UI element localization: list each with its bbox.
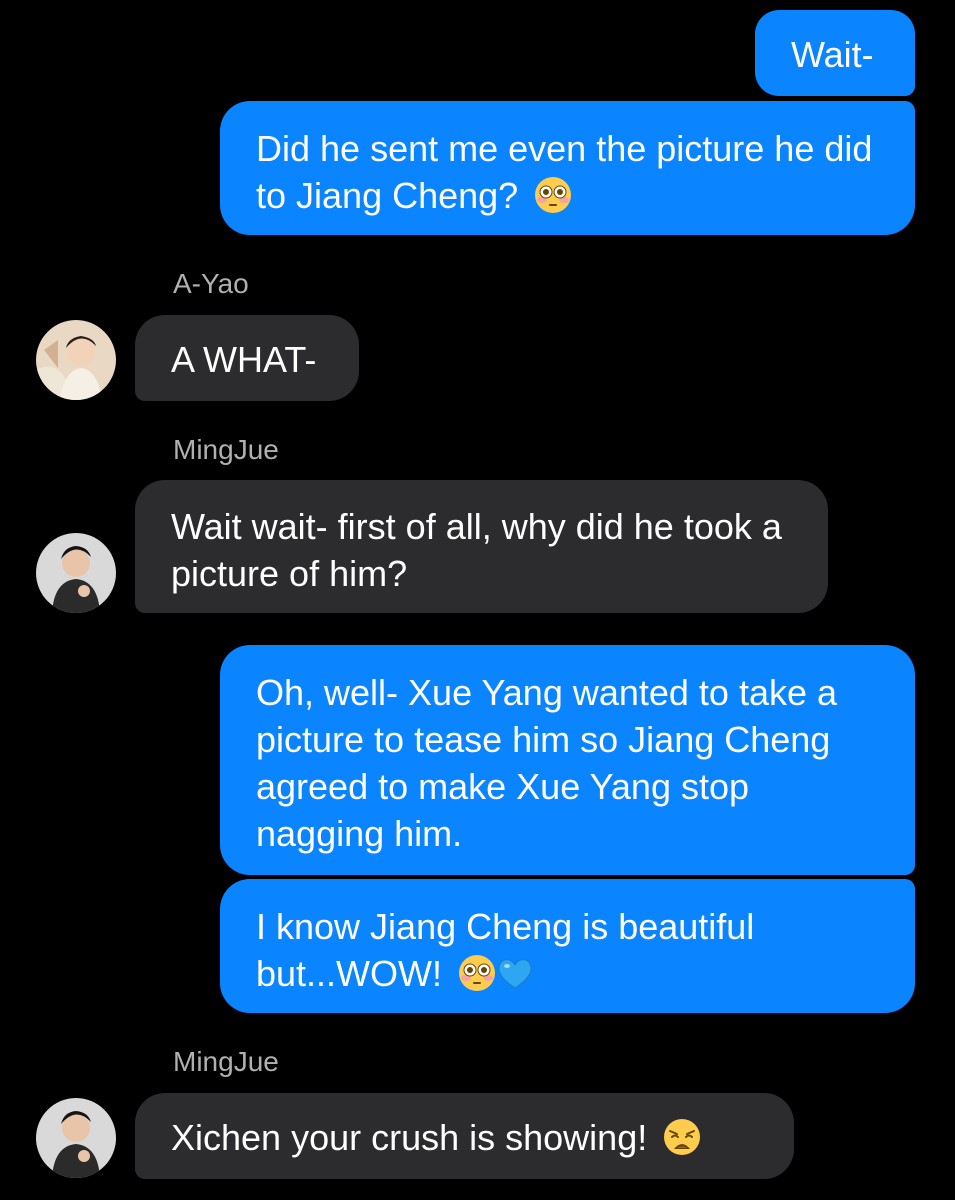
message-text: Oh, well- Xue Yang wanted to take a pict… [256,672,838,854]
message-text: Wait wait- first of all, why did he took… [171,506,782,594]
blue-heart-emoji-icon [496,954,534,992]
message-bubble-sent[interactable]: I know Jiang Cheng is beautiful but...WO… [220,879,915,1013]
flushed-face-emoji-icon [534,176,572,214]
avatar[interactable] [36,1098,116,1178]
sender-name: MingJue [173,434,279,465]
avatar[interactable] [36,320,116,400]
message-bubble-sent[interactable]: Wait- [755,10,915,96]
message-text: Xichen your crush is showing! [171,1117,648,1158]
message-bubble-received[interactable]: Xichen your crush is showing! [135,1093,794,1179]
flushed-face-emoji-icon [458,954,496,992]
message-bubble-sent[interactable]: Did he sent me even the picture he did t… [220,101,915,235]
message-text: A WHAT- [171,339,317,380]
weary-face-emoji-icon [663,1118,701,1156]
avatar[interactable] [36,533,116,613]
sender-name: MingJue [173,1046,279,1077]
message-text: Wait- [791,34,874,75]
sender-name: A-Yao [173,268,249,299]
message-bubble-sent[interactable]: Oh, well- Xue Yang wanted to take a pict… [220,645,915,875]
message-bubble-received[interactable]: A WHAT- [135,315,359,401]
message-bubble-received[interactable]: Wait wait- first of all, why did he took… [135,480,828,613]
